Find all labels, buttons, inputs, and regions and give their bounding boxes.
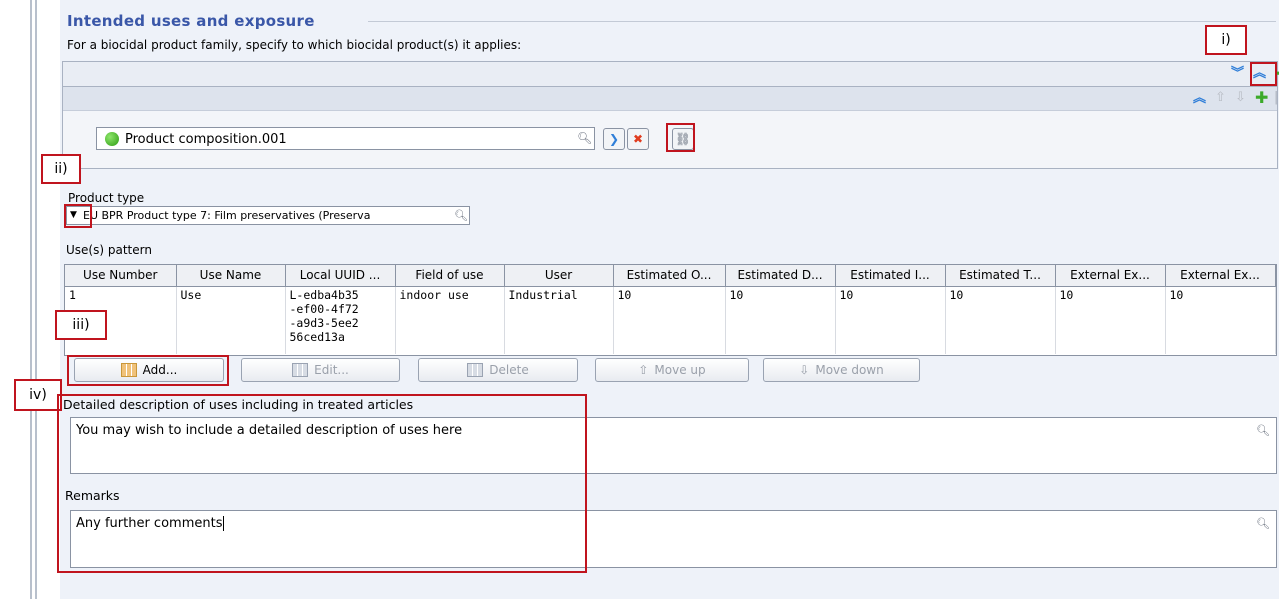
edit-use-button[interactable]: Edit... — [241, 358, 400, 382]
clear-reference-button[interactable]: ✖ — [627, 128, 649, 150]
column-header[interactable]: Estimated T... — [945, 265, 1056, 287]
table-edit-icon — [292, 363, 309, 377]
highlight-add-button — [67, 355, 229, 386]
left-border-line-2 — [35, 0, 37, 599]
instruction-text: For a biocidal product family, specify t… — [67, 38, 522, 52]
column-header[interactable]: User — [504, 265, 614, 287]
table-cell: Use — [176, 286, 286, 354]
delete-use-button[interactable]: Delete — [418, 358, 578, 382]
column-header[interactable]: Estimated O... — [613, 265, 726, 287]
callout-iii: iii) — [55, 310, 107, 340]
table-cell: 10 — [613, 286, 726, 354]
remove-icon: ✖ — [632, 132, 644, 146]
collapse-block-icon[interactable]: ︽ — [1193, 92, 1206, 105]
callout-i: i) — [1205, 25, 1247, 55]
go-to-reference-button[interactable]: ❯ — [603, 128, 625, 150]
search-icon[interactable]: 🔍︎ — [1256, 517, 1270, 530]
highlight-add-block — [1250, 62, 1277, 86]
chevron-right-icon: ❯ — [608, 132, 620, 146]
column-header[interactable]: External Ex... — [1165, 265, 1276, 287]
arrow-up-icon: ⇧ — [638, 363, 649, 377]
edit-label: Edit... — [314, 363, 349, 377]
table-cell: 10 — [1165, 286, 1276, 354]
uses-table[interactable]: Use Number Use Name Local UUID ... Field of… — [64, 264, 1277, 356]
table-cell: 10 — [945, 286, 1056, 354]
column-header[interactable]: Local UUID ... — [285, 265, 396, 287]
move-down-button[interactable]: ⇩ Move down — [763, 358, 920, 382]
move-up-label: Move up — [654, 363, 706, 377]
product-type-value: EU BPR Product type 7: Film preservative… — [83, 209, 371, 222]
expand-all-icon[interactable]: ︾ — [1231, 67, 1244, 80]
table-cell: 10 — [725, 286, 836, 354]
search-icon[interactable]: 🔍︎ — [454, 210, 468, 221]
section-divider — [368, 21, 1276, 22]
table-cell: L-edba4b35 -ef00-4f72 -a9d3-5ee2 56ced13… — [285, 286, 396, 354]
uses-pattern-label: Use(s) pattern — [66, 243, 152, 257]
separator-icon: | — [1274, 90, 1279, 105]
column-header[interactable]: Estimated I... — [835, 265, 946, 287]
search-icon[interactable]: 🔍︎ — [577, 132, 592, 144]
product-type-label: Product type — [68, 191, 145, 205]
highlight-description-area — [57, 394, 587, 573]
table-cell: indoor use — [395, 286, 505, 354]
highlight-link-button — [666, 123, 695, 152]
highlight-dropdown-arrow — [64, 204, 92, 228]
section-title: Intended uses and exposure — [67, 12, 315, 30]
table-cell: Industrial — [504, 286, 614, 354]
add-icon[interactable]: ✚ — [1255, 90, 1268, 106]
move-up-button[interactable]: ⇧ Move up — [595, 358, 749, 382]
column-header[interactable]: Use Name — [176, 265, 286, 287]
table-cell: 10 — [835, 286, 946, 354]
product-type-select[interactable]: ▼ EU BPR Product type 7: Film preservati… — [66, 206, 470, 225]
search-icon[interactable]: 🔍︎ — [1256, 424, 1270, 437]
reference-value: Product composition.001 — [125, 132, 287, 147]
move-down-label: Move down — [815, 363, 884, 377]
status-ok-icon — [105, 132, 119, 146]
callout-iv: iv) — [14, 379, 62, 411]
arrow-up-icon[interactable]: ⇧ — [1215, 91, 1226, 104]
column-header[interactable]: Estimated D... — [725, 265, 836, 287]
delete-label: Delete — [489, 363, 529, 377]
product-composition-reference[interactable]: Product composition.001 🔍︎ — [96, 127, 595, 150]
table-row[interactable]: 1 Use L-edba4b35 -ef00-4f72 -a9d3-5ee2 56c… — [65, 286, 1276, 354]
column-header[interactable]: External Ex... — [1055, 265, 1166, 287]
table-cell: 10 — [1055, 286, 1166, 354]
arrow-down-icon: ⇩ — [799, 363, 810, 377]
column-header[interactable]: Use Number — [65, 265, 177, 287]
left-border-line — [30, 0, 32, 599]
repeatable-block-bar: ︾ ︽ ✚ — [62, 61, 1279, 87]
column-header[interactable]: Field of use — [395, 265, 505, 287]
table-delete-icon — [467, 363, 484, 377]
block-toolbar: ︽ ⇧ ⇩ ✚ | ✖ — [63, 87, 1279, 111]
arrow-down-icon[interactable]: ⇩ — [1235, 91, 1246, 104]
callout-ii: ii) — [41, 154, 81, 184]
